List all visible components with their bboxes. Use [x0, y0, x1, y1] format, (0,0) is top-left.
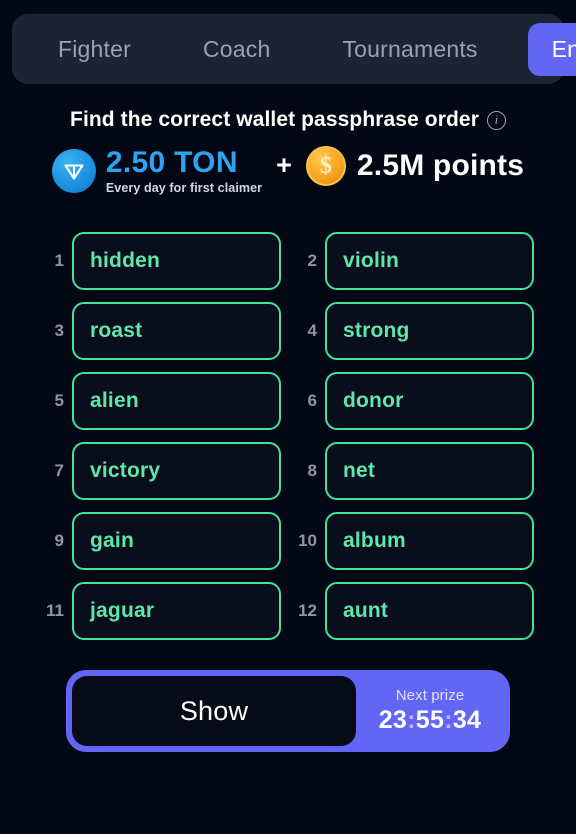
passphrase-cell[interactable]: 1 hidden — [42, 232, 281, 290]
passphrase-cell[interactable]: 10 album — [295, 512, 534, 570]
page-title: Find the correct wallet passphrase order — [70, 108, 479, 131]
cell-number: 9 — [54, 531, 64, 550]
cell-word: gain — [90, 529, 134, 552]
cell-word: hidden — [90, 249, 161, 272]
tab-tournaments-label: Tournaments — [342, 35, 478, 62]
cell-box[interactable]: hidden — [72, 232, 281, 290]
cell-number: 1 — [54, 251, 64, 270]
cell-word: donor — [343, 389, 404, 412]
passphrase-cell[interactable]: 2 violin — [295, 232, 534, 290]
prize-summary: 2.50 TON Every day for first claimer + $… — [0, 146, 576, 196]
action-bar: Show Next prize 23:55:34 — [66, 670, 510, 752]
cell-number: 12 — [298, 601, 317, 620]
show-button-label: Show — [179, 695, 249, 726]
passphrase-cell[interactable]: 6 donor — [295, 372, 534, 430]
page-title-row: Find the correct wallet passphrase order… — [0, 108, 576, 132]
timer-separator: : — [407, 706, 416, 734]
passphrase-cell[interactable]: 5 alien — [42, 372, 281, 430]
cell-number: 11 — [46, 601, 64, 620]
cell-box[interactable]: aunt — [325, 582, 534, 640]
cell-box[interactable]: victory — [72, 442, 281, 500]
timer-minutes: 55 — [415, 706, 445, 734]
cell-word: net — [343, 459, 376, 482]
timer-separator: : — [444, 706, 453, 734]
tab-fighter-label: Fighter — [58, 35, 131, 62]
tab-coach-label: Coach — [202, 35, 271, 62]
cell-word: strong — [343, 319, 410, 342]
cell-word: album — [343, 529, 406, 552]
cell-box[interactable]: gain — [72, 512, 281, 570]
cell-number: 3 — [54, 321, 64, 340]
tab-tournaments[interactable]: Tournaments — [320, 24, 499, 75]
tab-enigma-label: Enigma — [551, 35, 576, 62]
points-amount: 2.5M points — [356, 149, 525, 182]
dollar-coin-icon: $ — [305, 146, 346, 186]
cell-word: violin — [343, 249, 400, 272]
cell-box[interactable]: album — [325, 512, 534, 570]
cell-box[interactable]: net — [325, 442, 534, 500]
next-prize-timer: 23:55:34 — [379, 706, 482, 735]
cell-number: 8 — [307, 461, 317, 480]
prize-plus-separator: + — [276, 149, 292, 180]
ton-subtitle: Every day for first claimer — [105, 180, 263, 195]
show-button[interactable]: Show — [72, 676, 356, 746]
cell-number: 7 — [54, 461, 64, 480]
enigma-screen: Fighter Coach Tournaments Enigma Find th… — [0, 0, 576, 834]
cell-number: 10 — [298, 531, 317, 550]
cell-number: 6 — [307, 391, 317, 410]
tab-coach[interactable]: Coach — [181, 24, 292, 75]
cell-box[interactable]: violin — [325, 232, 534, 290]
cell-number: 4 — [307, 321, 317, 340]
next-prize-panel: Next prize 23:55:34 — [356, 687, 504, 735]
next-prize-label: Next prize — [395, 687, 465, 704]
passphrase-cell[interactable]: 8 net — [295, 442, 534, 500]
points-reward: $ 2.5M points — [305, 146, 525, 186]
cell-box[interactable]: alien — [72, 372, 281, 430]
cell-word: roast — [90, 319, 143, 342]
passphrase-cell[interactable]: 7 victory — [42, 442, 281, 500]
passphrase-grid: 1 hidden 2 violin 3 roast 4 strong 5 ali… — [42, 232, 534, 640]
passphrase-cell[interactable]: 3 roast — [42, 302, 281, 360]
cell-word: alien — [90, 389, 139, 412]
tab-fighter[interactable]: Fighter — [36, 24, 153, 75]
info-circle-icon[interactable]: i — [486, 110, 506, 130]
cell-box[interactable]: jaguar — [72, 582, 281, 640]
timer-hours: 23 — [378, 706, 408, 734]
cell-word: victory — [90, 459, 161, 482]
tab-enigma[interactable]: Enigma — [527, 22, 576, 76]
timer-seconds: 34 — [452, 706, 482, 734]
ton-coin-icon — [51, 149, 96, 193]
passphrase-cell[interactable]: 11 jaguar — [42, 582, 281, 640]
cell-box[interactable]: strong — [325, 302, 534, 360]
cell-box[interactable]: donor — [325, 372, 534, 430]
ton-reward: 2.50 TON Every day for first claimer — [51, 145, 263, 195]
cell-number: 2 — [307, 251, 317, 270]
cell-word: jaguar — [90, 599, 155, 622]
cell-number: 5 — [54, 391, 64, 410]
passphrase-cell[interactable]: 12 aunt — [295, 582, 534, 640]
main-tabbar: Fighter Coach Tournaments Enigma — [12, 14, 576, 84]
passphrase-cell[interactable]: 9 gain — [42, 512, 281, 570]
passphrase-cell[interactable]: 4 strong — [295, 302, 534, 360]
ton-amount: 2.50 TON — [105, 145, 238, 179]
cell-word: aunt — [343, 599, 389, 622]
cell-box[interactable]: roast — [72, 302, 281, 360]
